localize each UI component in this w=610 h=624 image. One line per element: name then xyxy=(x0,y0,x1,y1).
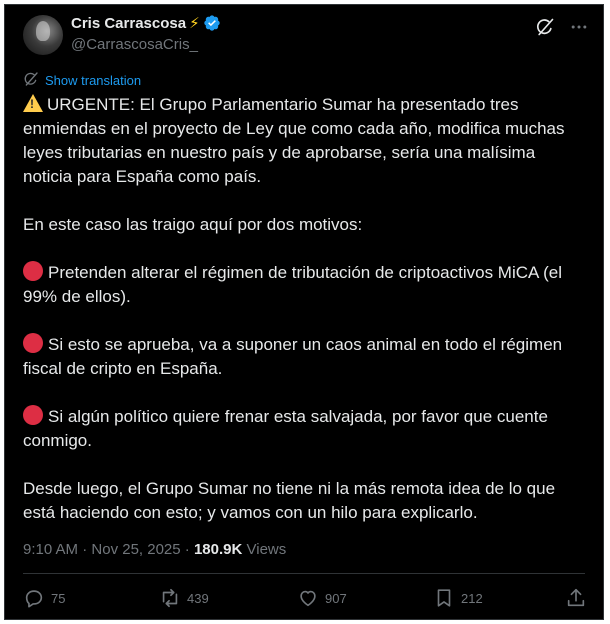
reply-count: 75 xyxy=(51,590,66,606)
tweet-paragraph: Desde luego, el Grupo Sumar no tiene ni … xyxy=(23,477,585,525)
tweet-bullet: Si algún político quiere frenar esta sal… xyxy=(23,405,585,453)
tweet-paragraph: En este caso las traigo aquí por dos mot… xyxy=(23,213,585,237)
tweet-bullet: Pretenden alterar el régimen de tributac… xyxy=(23,261,585,309)
more-icon[interactable] xyxy=(569,17,589,37)
bullet-text: Si algún político quiere frenar esta sal… xyxy=(23,407,548,450)
tweet-time[interactable]: 9:10 AM xyxy=(23,541,78,558)
translate-icon xyxy=(23,71,39,90)
avatar[interactable] xyxy=(23,15,63,55)
share-icon xyxy=(565,587,587,609)
repost-count: 439 xyxy=(187,590,209,606)
meta-separator: · xyxy=(180,541,194,558)
grok-icon[interactable] xyxy=(535,17,555,37)
bookmark-button[interactable]: 212 xyxy=(433,587,483,609)
tweet-text: URGENTE: El Grupo Parlamentario Sumar ha… xyxy=(23,93,585,549)
reply-button[interactable]: 75 xyxy=(23,587,65,609)
tweet-paragraph: URGENTE: El Grupo Parlamentario Sumar ha… xyxy=(23,93,585,189)
bullet-text: Pretenden alterar el régimen de tributac… xyxy=(23,263,563,306)
repost-icon xyxy=(159,587,181,609)
tweet-bullet: Si esto se aprueba, va a suponer un caos… xyxy=(23,333,585,381)
warning-icon xyxy=(23,94,43,112)
author-display-name[interactable]: Cris Carrascosa xyxy=(71,15,186,32)
show-translation-link[interactable]: Show translation xyxy=(23,71,141,90)
views-label: Views xyxy=(242,541,287,558)
paragraph-text: Desde luego, el Grupo Sumar no tiene ni … xyxy=(23,479,556,522)
tweet-meta: 9:10 AM · Nov 25, 2025 · 180.9K Views xyxy=(23,541,286,558)
paragraph-text: En este caso las traigo aquí por dos mot… xyxy=(23,215,363,234)
lightning-emoji: ⚡ xyxy=(189,14,200,32)
bookmark-count: 212 xyxy=(461,590,483,606)
divider xyxy=(23,573,585,574)
paragraph-text: URGENTE: El Grupo Parlamentario Sumar ha… xyxy=(23,95,565,186)
bookmark-icon xyxy=(433,587,455,609)
top-actions xyxy=(535,17,589,37)
like-button[interactable]: 907 xyxy=(297,587,347,609)
repost-button[interactable]: 439 xyxy=(159,587,209,609)
meta-separator: · xyxy=(78,541,92,558)
share-button[interactable] xyxy=(565,587,587,609)
reply-icon xyxy=(23,587,45,609)
action-bar: 75 439 907 212 xyxy=(23,587,585,613)
bullet-text: Si esto se aprueba, va a suponer un caos… xyxy=(23,335,563,378)
tweet-date[interactable]: Nov 25, 2025 xyxy=(91,541,180,558)
tweet-card: Cris Carrascosa ⚡ @CarrascosaCris_ Show … xyxy=(4,4,604,620)
show-translation-label[interactable]: Show translation xyxy=(45,73,141,88)
red-circle-icon xyxy=(23,261,43,281)
heart-icon xyxy=(297,587,319,609)
red-circle-icon xyxy=(23,405,43,425)
author-name-row: Cris Carrascosa ⚡ xyxy=(71,14,221,32)
verified-badge-icon[interactable] xyxy=(203,14,221,32)
views-count: 180.9K xyxy=(193,541,243,558)
red-circle-icon xyxy=(23,333,43,353)
like-count: 907 xyxy=(325,590,347,606)
author-handle[interactable]: @CarrascosaCris_ xyxy=(71,36,198,53)
